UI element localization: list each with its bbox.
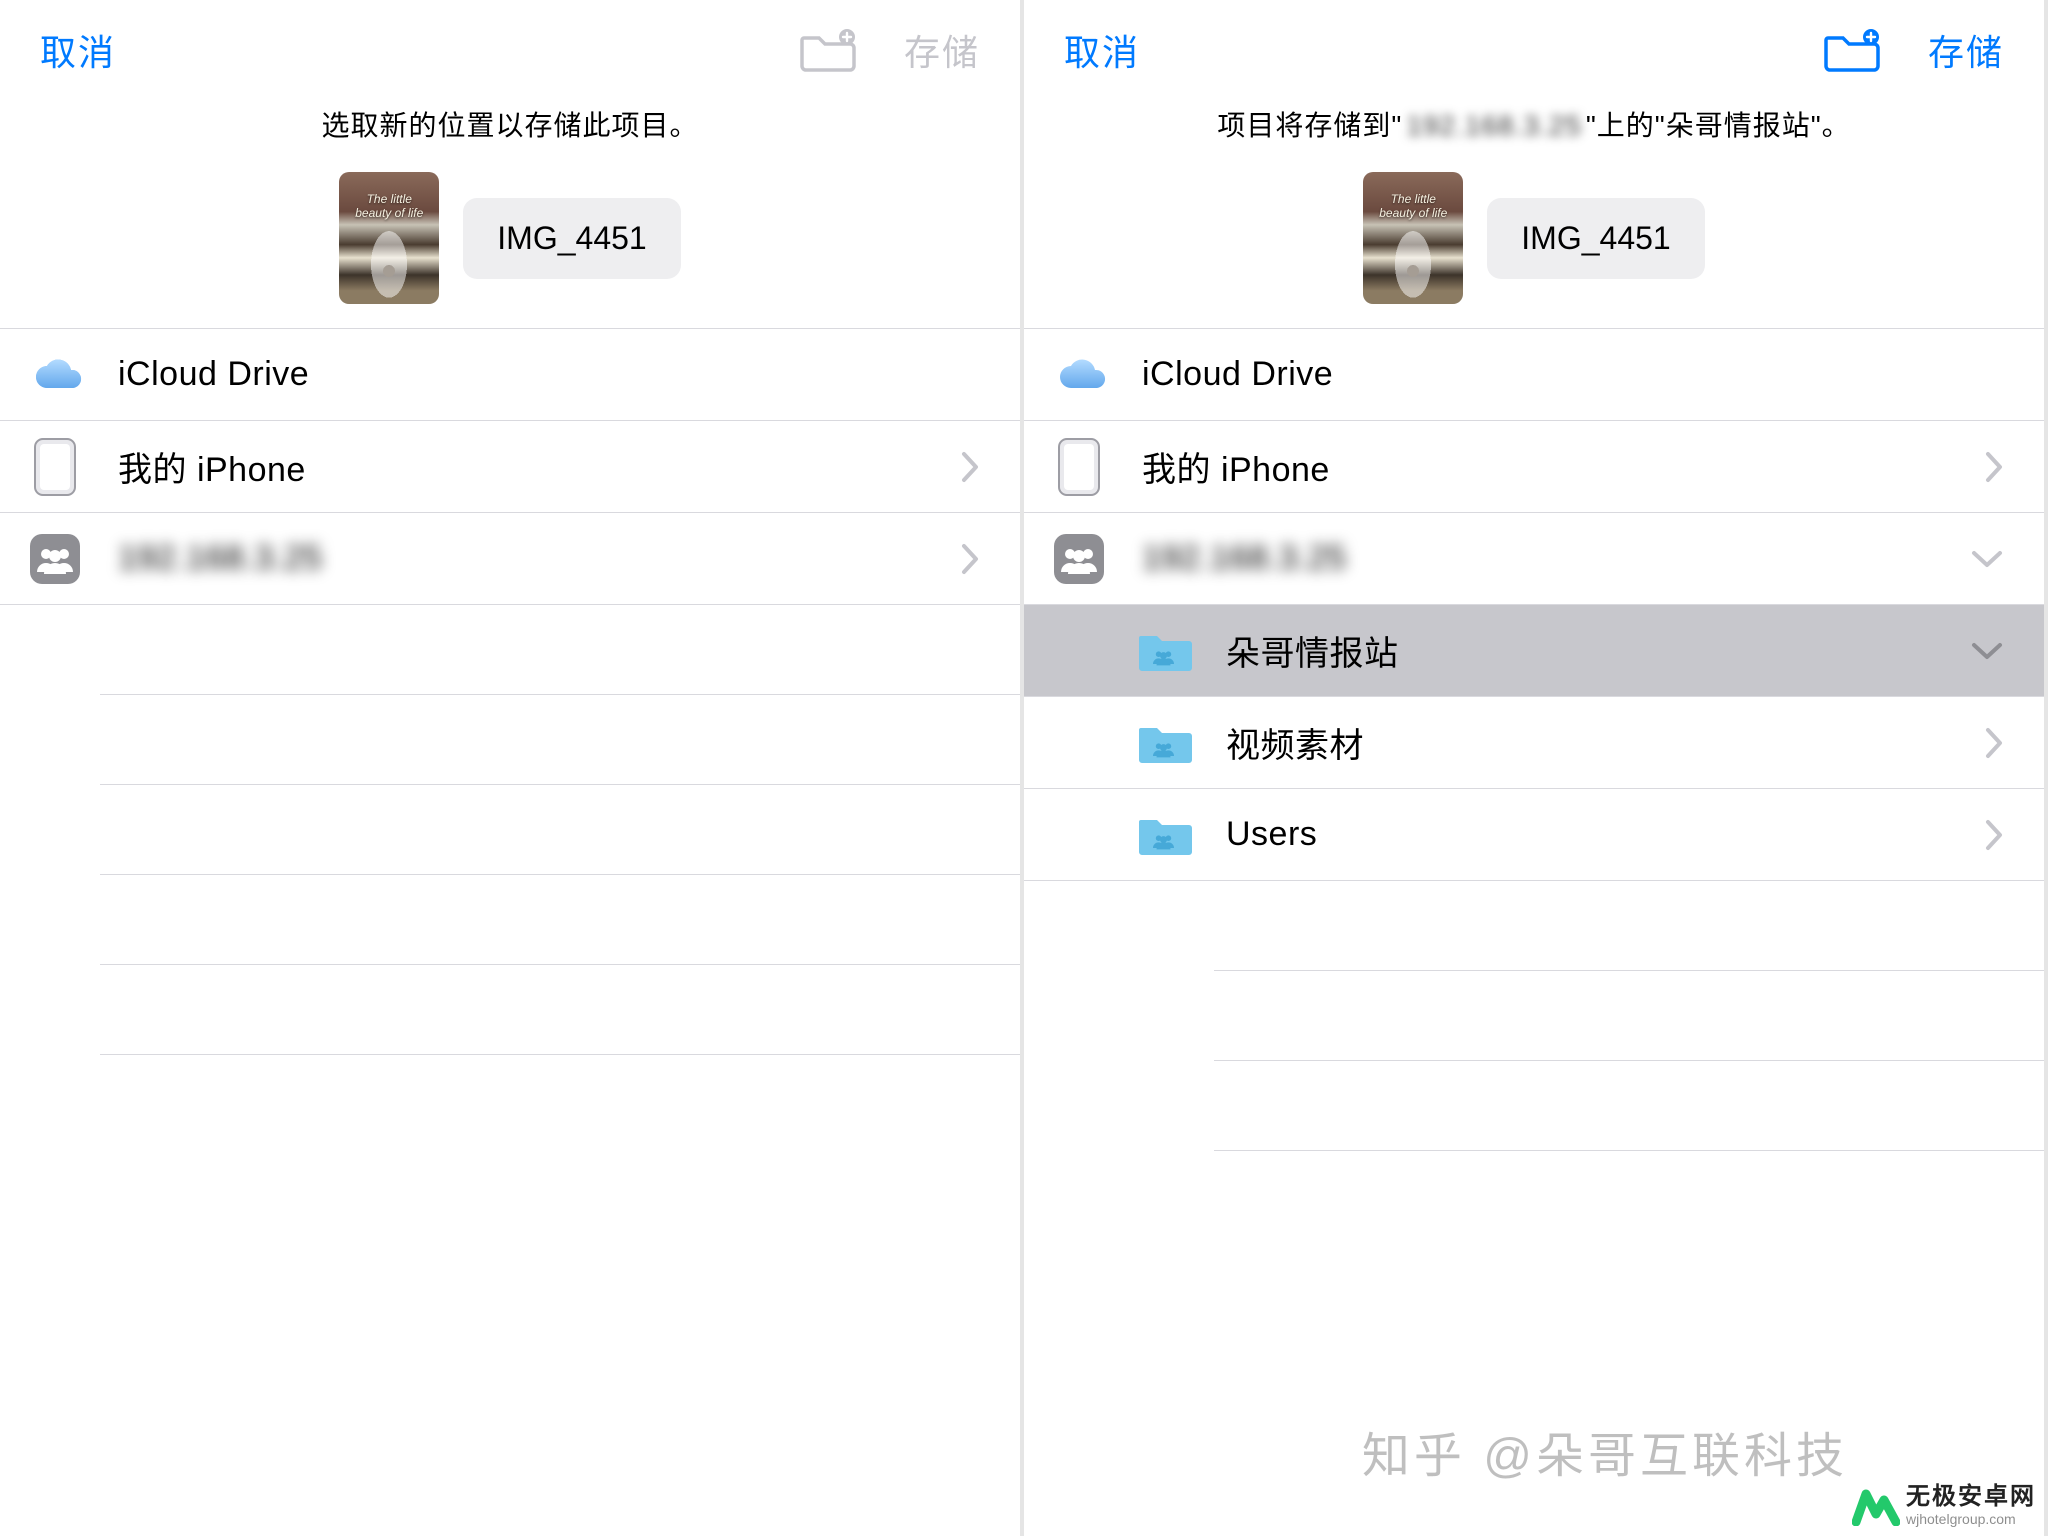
shared-folder-icon xyxy=(1134,628,1198,674)
empty-area xyxy=(1024,880,2044,1536)
cancel-button[interactable]: 取消 xyxy=(40,24,116,76)
device-icon xyxy=(20,437,90,497)
save-button[interactable]: 存储 xyxy=(1928,24,2004,76)
device-icon xyxy=(1044,437,1114,497)
row-label: 我的 iPhone xyxy=(118,442,932,491)
people-icon xyxy=(20,532,90,586)
screen-left: 取消 存储 选取新的位置以存储此项目。 The little beauty of… xyxy=(0,0,1024,1536)
chevron-right-icon xyxy=(960,542,980,576)
subtitle: 项目将存储到"192.168.3.25"上的"朵哥情报站"。 xyxy=(1024,92,2044,164)
cloud-icon xyxy=(1044,355,1114,395)
preview: The little beauty of life IMG_4451 xyxy=(1024,164,2044,328)
filename-input[interactable]: IMG_4451 xyxy=(463,198,680,279)
chevron-right-icon xyxy=(960,450,980,484)
cloud-icon xyxy=(20,355,90,395)
new-folder-icon[interactable] xyxy=(1824,27,1880,73)
row-icloud[interactable]: iCloud Drive xyxy=(1024,328,2044,420)
chevron-right-icon xyxy=(1984,450,2004,484)
location-list: iCloud Drive 我的 iPhone 192.168.3.25 xyxy=(1024,328,2044,880)
empty-area xyxy=(0,604,1020,1536)
row-server[interactable]: 192.168.3.25 xyxy=(0,512,1020,604)
row-label: 我的 iPhone xyxy=(1142,442,1956,491)
chevron-down-icon xyxy=(1970,549,2004,569)
chevron-down-icon xyxy=(1970,641,2004,661)
navbar: 取消 存储 xyxy=(0,0,1020,92)
subrow-video[interactable]: 视频素材 xyxy=(1024,696,2044,788)
row-label: iCloud Drive xyxy=(118,355,980,394)
save-button[interactable]: 存储 xyxy=(904,24,980,76)
new-folder-icon[interactable] xyxy=(800,27,856,73)
filename-input[interactable]: IMG_4451 xyxy=(1487,198,1704,279)
row-iphone[interactable]: 我的 iPhone xyxy=(0,420,1020,512)
row-server[interactable]: 192.168.3.25 xyxy=(1024,512,2044,604)
subtitle-prefix: 项目将存储到" xyxy=(1217,110,1402,141)
row-label: 视频素材 xyxy=(1226,718,1956,767)
row-label: Users xyxy=(1226,815,1956,854)
row-label: iCloud Drive xyxy=(1142,355,2004,394)
row-label: 192.168.3.25 xyxy=(118,539,932,578)
chevron-right-icon xyxy=(1984,726,2004,760)
subrow-duoge[interactable]: 朵哥情报站 xyxy=(1024,604,2044,696)
chevron-right-icon xyxy=(1984,818,2004,852)
shared-folder-icon xyxy=(1134,812,1198,858)
navbar: 取消 存储 xyxy=(1024,0,2044,92)
file-thumbnail: The little beauty of life xyxy=(1363,172,1463,304)
subtitle-server: 192.168.3.25 xyxy=(1402,110,1586,142)
row-label: 朵哥情报站 xyxy=(1226,626,1942,675)
subrow-users[interactable]: Users xyxy=(1024,788,2044,880)
row-label: 192.168.3.25 xyxy=(1142,539,1942,578)
screen-right: 取消 存储 项目将存储到"192.168.3.25"上的"朵哥情报站"。 The… xyxy=(1024,0,2048,1536)
cancel-button[interactable]: 取消 xyxy=(1064,24,1140,76)
row-iphone[interactable]: 我的 iPhone xyxy=(1024,420,2044,512)
subtitle-suffix: "上的"朵哥情报站"。 xyxy=(1586,110,1851,141)
row-icloud[interactable]: iCloud Drive xyxy=(0,328,1020,420)
people-icon xyxy=(1044,532,1114,586)
preview: The little beauty of life IMG_4451 xyxy=(0,164,1020,328)
location-list: iCloud Drive 我的 iPhone 192.168.3.25 xyxy=(0,328,1020,604)
shared-folder-icon xyxy=(1134,720,1198,766)
subtitle: 选取新的位置以存储此项目。 xyxy=(0,92,1020,164)
file-thumbnail: The little beauty of life xyxy=(339,172,439,304)
